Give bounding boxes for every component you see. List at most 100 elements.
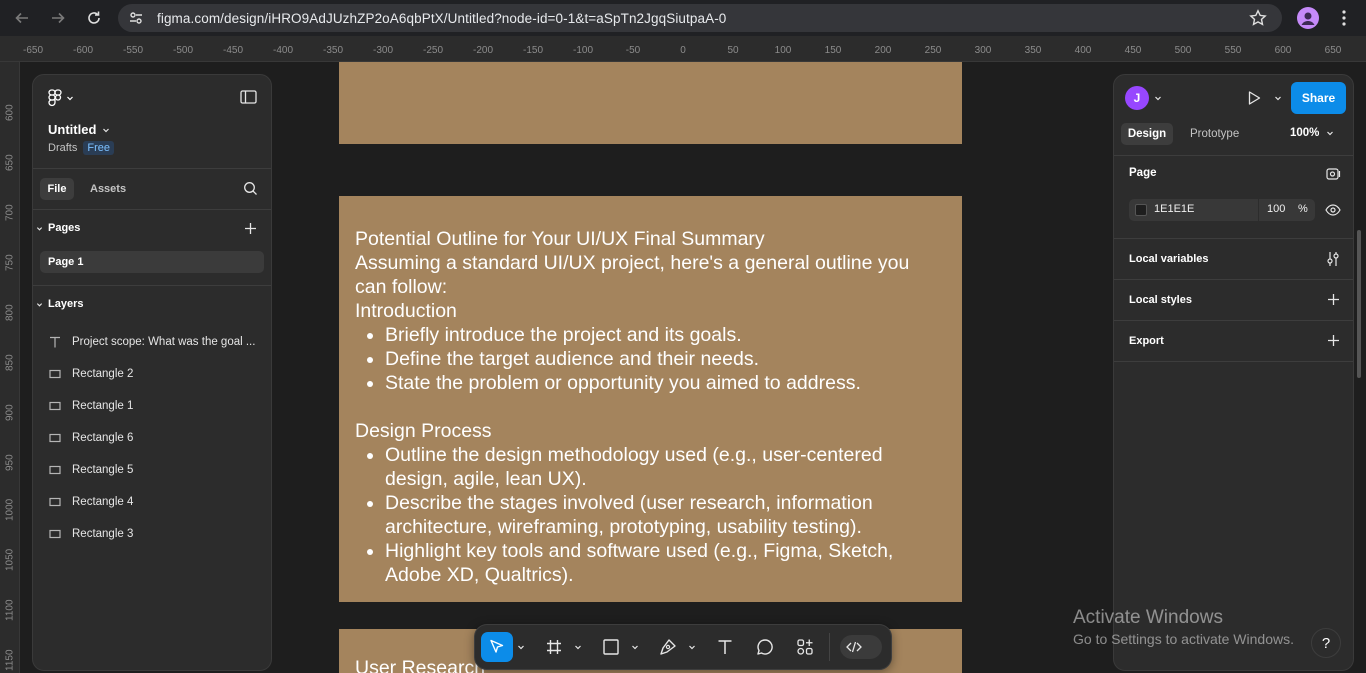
page-section-title: Page bbox=[1129, 167, 1157, 179]
layer-item-rectangle-1[interactable]: Rectangle 1 bbox=[48, 396, 133, 416]
ruler-tick-label: 450 bbox=[1124, 45, 1142, 56]
share-button[interactable]: Share bbox=[1291, 82, 1346, 114]
chevron-down-icon bbox=[36, 226, 43, 231]
present-options-chevron-icon[interactable] bbox=[1274, 94, 1282, 102]
color-swatch[interactable] bbox=[1135, 204, 1147, 216]
forward-icon[interactable] bbox=[45, 6, 71, 30]
drafts-label[interactable]: Drafts bbox=[48, 142, 77, 154]
move-tool-button[interactable] bbox=[481, 632, 513, 662]
zoom-dropdown[interactable]: 100% bbox=[1290, 127, 1334, 139]
pages-section-toggle[interactable]: Pages bbox=[36, 222, 80, 234]
multiplayer-avatar-button[interactable]: J bbox=[1125, 86, 1162, 110]
actions-tool-icon[interactable] bbox=[796, 638, 814, 656]
text-tool-icon[interactable] bbox=[716, 638, 734, 656]
dev-mode-toggle[interactable] bbox=[840, 635, 882, 659]
help-button[interactable]: ? bbox=[1311, 628, 1341, 658]
export-title[interactable]: Export bbox=[1129, 335, 1164, 347]
url-text[interactable]: figma.com/design/iHRO9AdJUzhZP2oA6qbPtX/… bbox=[157, 11, 726, 26]
rectangle-layer-icon bbox=[49, 465, 61, 475]
activate-windows-subtitle: Go to Settings to activate Windows. bbox=[1073, 631, 1294, 647]
ruler-tick-label: 100 bbox=[774, 45, 792, 56]
avatar: J bbox=[1125, 86, 1149, 110]
eye-icon[interactable] bbox=[1325, 203, 1341, 217]
file-name-menu[interactable]: Untitled bbox=[48, 122, 110, 137]
frame-tool-icon[interactable] bbox=[545, 638, 563, 656]
activate-windows-title: Activate Windows bbox=[1073, 607, 1223, 628]
tab-file[interactable]: File bbox=[40, 178, 74, 200]
panel-scrollbar[interactable] bbox=[1357, 230, 1361, 378]
layer-item-rectangle-2[interactable]: Rectangle 2 bbox=[48, 364, 133, 384]
plan-badge[interactable]: Free bbox=[83, 141, 114, 155]
move-tool-chevron-icon[interactable] bbox=[517, 643, 525, 651]
comment-tool-icon[interactable] bbox=[756, 638, 774, 656]
profile-avatar[interactable] bbox=[1297, 7, 1319, 29]
toggle-sidebar-icon[interactable] bbox=[240, 90, 257, 104]
rectangle-layer-icon bbox=[49, 497, 61, 507]
search-icon[interactable] bbox=[243, 181, 258, 196]
divider bbox=[1258, 199, 1259, 221]
ruler-tick-label: -400 bbox=[272, 45, 294, 56]
frame-tool-chevron-icon[interactable] bbox=[574, 643, 582, 651]
layer-item-text[interactable]: Project scope: What was the goal ... bbox=[48, 332, 255, 352]
tab-assets[interactable]: Assets bbox=[84, 178, 132, 200]
layer-item-rectangle-3[interactable]: Rectangle 3 bbox=[48, 524, 133, 544]
page-background-field[interactable]: 1E1E1E 100 % bbox=[1129, 199, 1315, 221]
add-page-icon[interactable] bbox=[244, 222, 257, 235]
percent-sign: % bbox=[1298, 203, 1308, 215]
main-menu-button[interactable] bbox=[48, 89, 74, 107]
tab-design[interactable]: Design bbox=[1121, 123, 1173, 145]
site-settings-icon[interactable] bbox=[128, 10, 144, 26]
ruler-tick-label: 600 bbox=[4, 104, 16, 121]
local-variables-title[interactable]: Local variables bbox=[1129, 253, 1209, 265]
divider bbox=[1114, 238, 1353, 239]
ruler-tick-label: 400 bbox=[1074, 45, 1092, 56]
add-export-icon[interactable] bbox=[1327, 334, 1340, 347]
layer-item-rectangle-5[interactable]: Rectangle 5 bbox=[48, 460, 133, 480]
ruler-tick-label: -250 bbox=[422, 45, 444, 56]
design-process-list: Outline the design methodology used (e.g… bbox=[355, 443, 945, 587]
variables-adjust-icon[interactable] bbox=[1326, 251, 1340, 267]
browser-menu-icon[interactable] bbox=[1336, 9, 1352, 27]
back-icon[interactable] bbox=[9, 6, 35, 30]
ruler-tick-label: 300 bbox=[974, 45, 992, 56]
ruler-vertical: 600 650 700 750 800 850 900 950 1000 1050 1100 1150 bbox=[0, 62, 20, 673]
ruler-horizontal: -650 -600 -550 -500 -450 -400 -350 -300 -250 -200… bbox=[0, 42, 1366, 62]
tab-prototype[interactable]: Prototype bbox=[1183, 123, 1246, 145]
pen-tool-chevron-icon[interactable] bbox=[688, 643, 696, 651]
ruler-tick-label: -50 bbox=[625, 45, 641, 56]
ruler-tick-label: 950 bbox=[4, 454, 16, 471]
rectangle-tool-icon[interactable] bbox=[602, 638, 620, 656]
add-style-icon[interactable] bbox=[1327, 293, 1340, 306]
bookmark-star-icon[interactable] bbox=[1249, 9, 1267, 27]
zoom-level: 100% bbox=[1290, 127, 1320, 139]
divider bbox=[33, 209, 271, 210]
page-color-hex[interactable]: 1E1E1E bbox=[1154, 203, 1194, 215]
frame-rectangle-top[interactable] bbox=[339, 62, 962, 144]
page-opacity[interactable]: 100 bbox=[1267, 203, 1285, 215]
outline-intro-sentence: Assuming a standard UI/UX project, here'… bbox=[355, 252, 910, 298]
layer-item-rectangle-4[interactable]: Rectangle 4 bbox=[48, 492, 133, 512]
divider bbox=[33, 285, 271, 286]
toolbar-divider bbox=[829, 633, 830, 661]
project-scope-text[interactable]: Potential Outline for Your UI/UX Final S… bbox=[355, 227, 945, 587]
text-layer-icon bbox=[50, 336, 60, 348]
rectangle-layer-icon bbox=[49, 433, 61, 443]
ruler-tick-label: 1000 bbox=[4, 498, 16, 521]
present-play-icon[interactable] bbox=[1246, 90, 1262, 106]
ruler-tick-label: 250 bbox=[924, 45, 942, 56]
pages-header: Pages bbox=[48, 222, 81, 234]
page-item-page-1[interactable]: Page 1 bbox=[40, 251, 264, 273]
page-settings-icon[interactable] bbox=[1326, 167, 1341, 181]
divider bbox=[1114, 320, 1353, 321]
ruler-tick-label: 1050 bbox=[4, 548, 16, 571]
layer-item-rectangle-6[interactable]: Rectangle 6 bbox=[48, 428, 133, 448]
ruler-tick-label: 850 bbox=[4, 354, 16, 371]
introduction-heading: Introduction bbox=[355, 300, 457, 322]
shape-tool-chevron-icon[interactable] bbox=[631, 643, 639, 651]
reload-icon[interactable] bbox=[81, 6, 107, 30]
layers-section-toggle[interactable]: Layers bbox=[36, 298, 83, 310]
ruler-tick-label: 650 bbox=[1324, 45, 1342, 56]
chevron-down-icon bbox=[1155, 96, 1161, 101]
local-styles-title[interactable]: Local styles bbox=[1129, 294, 1192, 306]
pen-tool-icon[interactable] bbox=[659, 638, 677, 656]
